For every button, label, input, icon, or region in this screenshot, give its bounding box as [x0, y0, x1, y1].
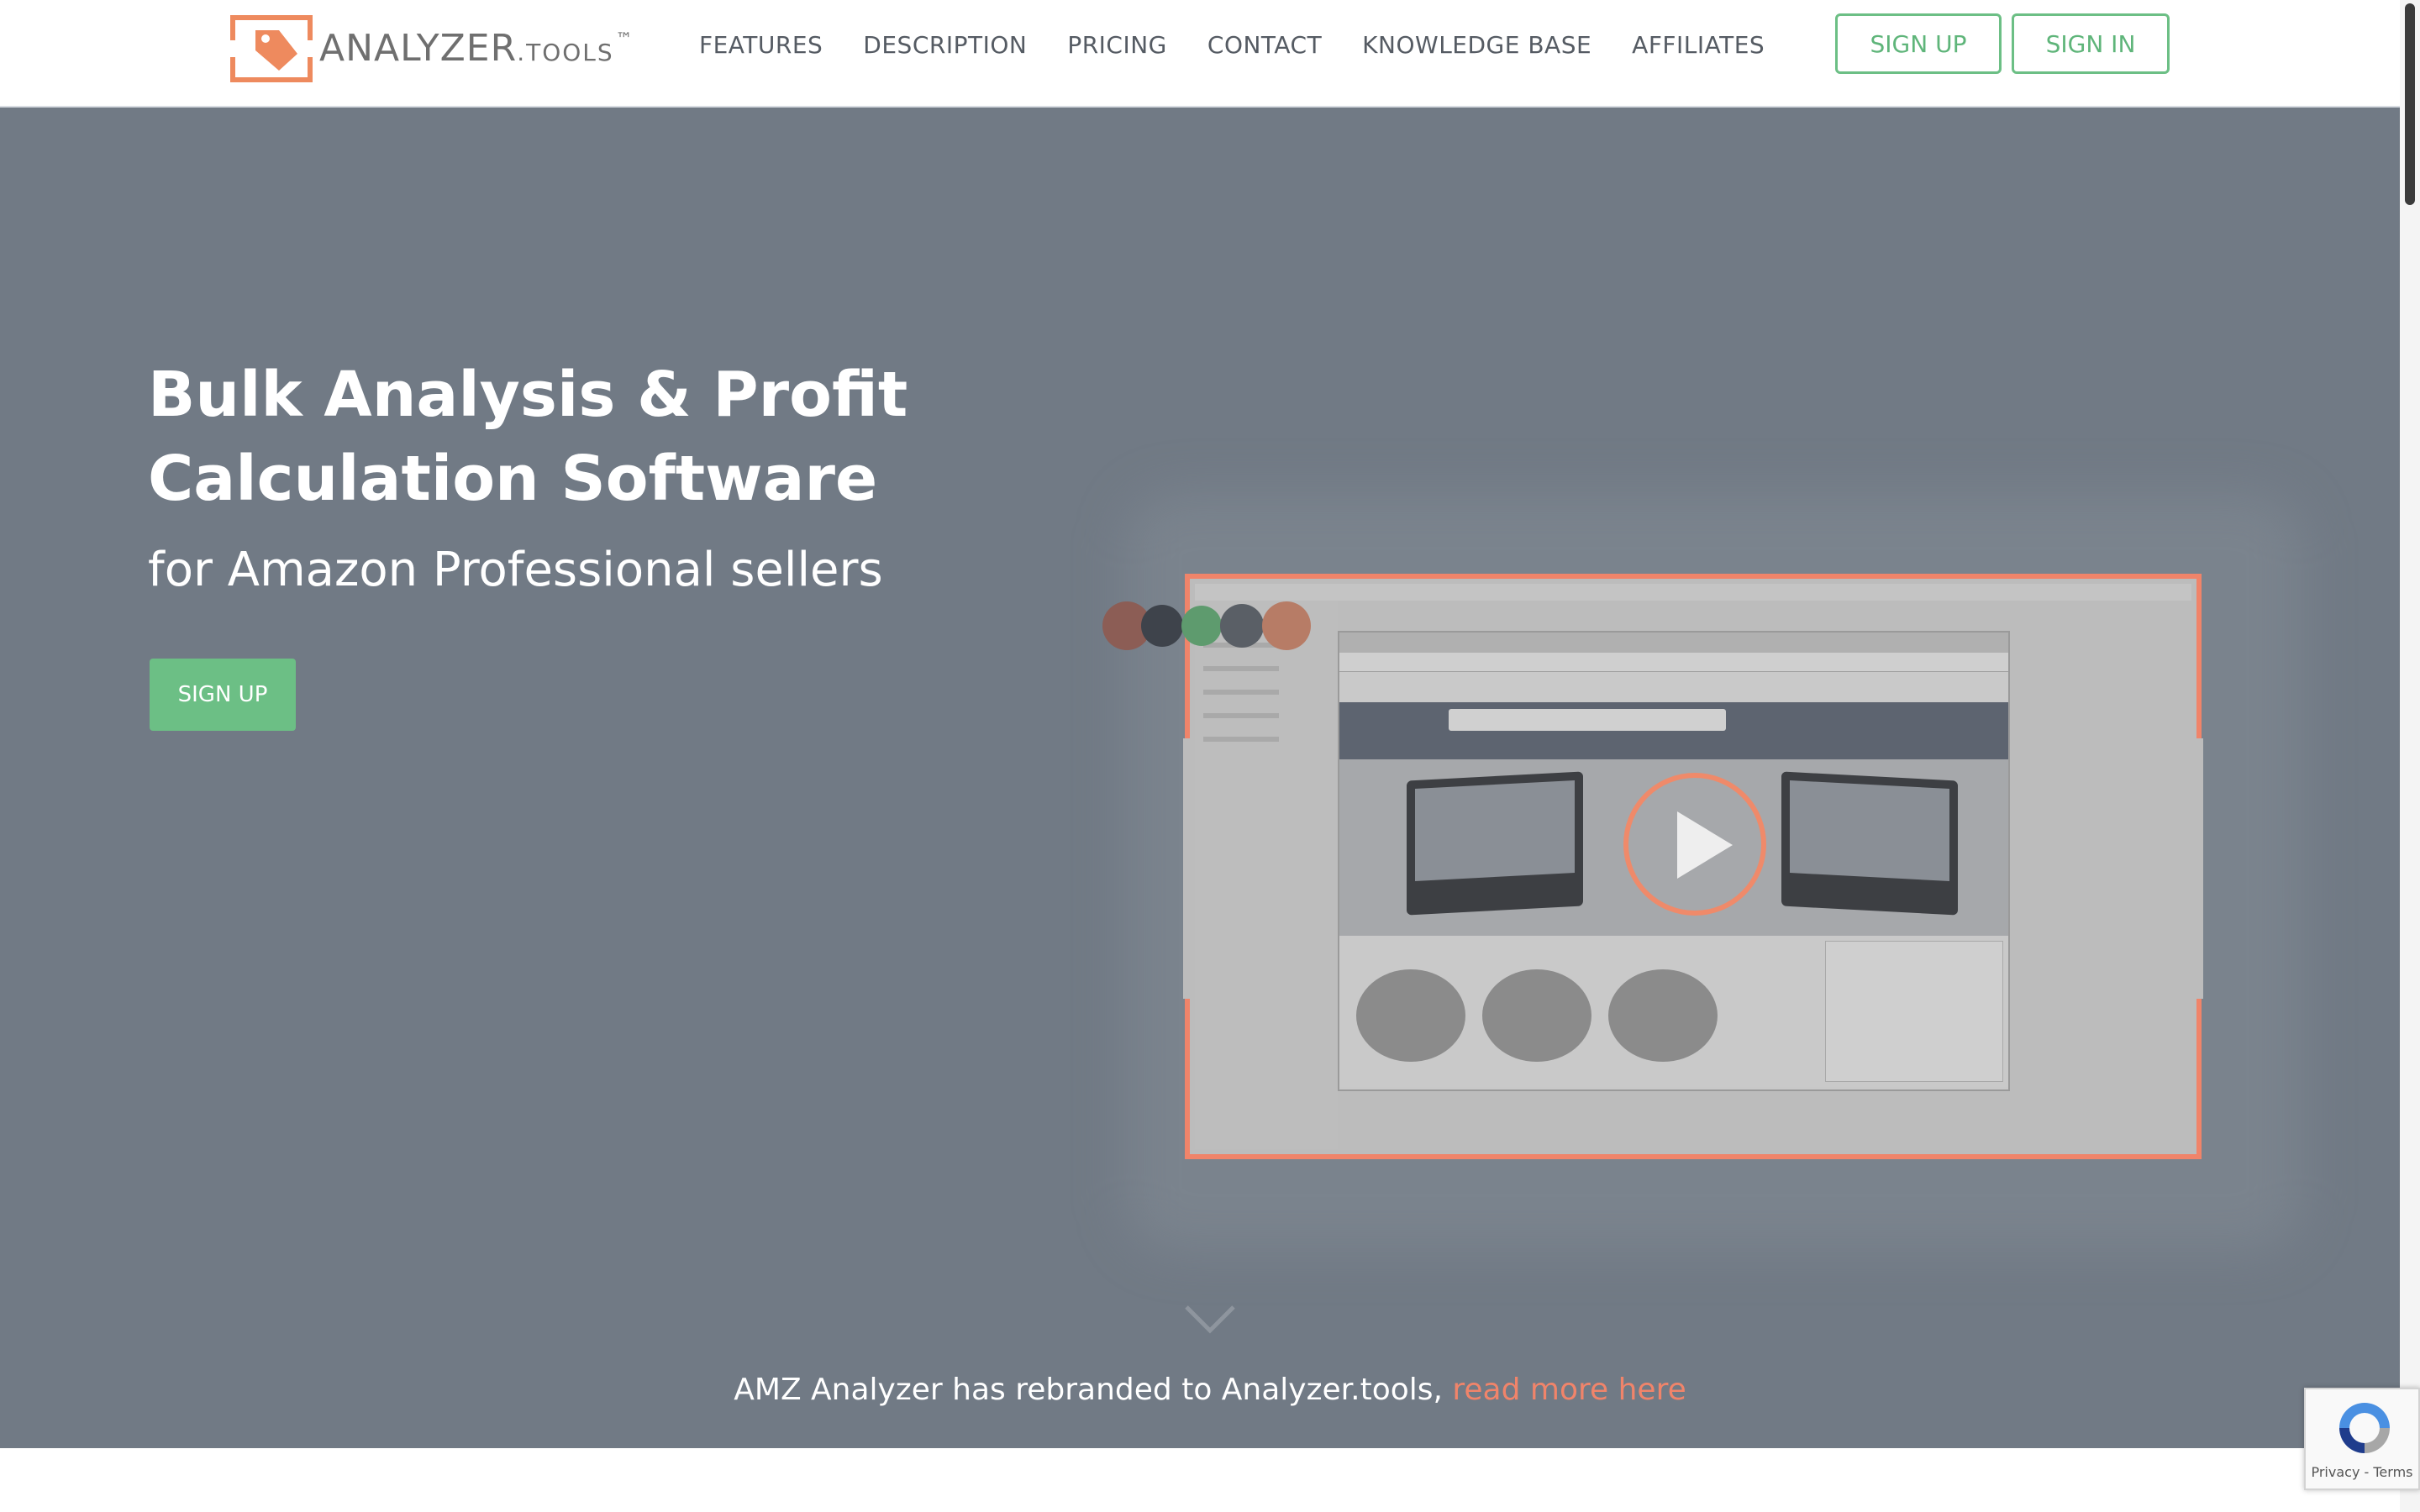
category-thumb — [1482, 969, 1591, 1062]
browser-tabs-mock — [1339, 633, 2008, 653]
header-sign-up-button[interactable]: SIGN UP — [1835, 13, 2002, 74]
category-thumb — [1608, 969, 1718, 1062]
logo[interactable]: ANALYZER.TOOLS ™ — [230, 15, 634, 82]
site-header: ANALYZER.TOOLS ™ FEATURES DESCRIPTION PRI… — [0, 0, 2420, 108]
hero-section: Bulk Analysis & Profit Calculation Softw… — [0, 108, 2420, 1448]
dot — [1262, 601, 1311, 650]
hero-sign-up-button[interactable]: SIGN UP — [150, 659, 296, 731]
device-right-mock — [1781, 771, 1958, 916]
deals-card-mock — [1825, 941, 2003, 1082]
play-icon[interactable] — [1623, 773, 1766, 916]
browser-url-mock — [1339, 653, 2008, 672]
app-sidebar-mock — [1195, 601, 1338, 1149]
nav-knowledge-base[interactable]: KNOWLEDGE BASE — [1362, 31, 1591, 59]
logo-wordmark: ANALYZER.TOOLS ™ — [319, 30, 634, 67]
dot — [1181, 606, 1222, 646]
store-header-mock — [1339, 702, 2008, 759]
store-categories-mock — [1339, 936, 2008, 1087]
auth-buttons: SIGN UP SIGN IN — [1835, 13, 2170, 74]
dot — [1141, 605, 1183, 647]
promo-strip-mock — [1339, 672, 2008, 702]
recaptcha-links: Privacy - Terms — [2306, 1464, 2418, 1480]
logo-name: ANALYZER — [319, 27, 518, 70]
scrollbar-thumb[interactable] — [2405, 3, 2415, 205]
hero-title: Bulk Analysis & Profit Calculation Softw… — [148, 359, 908, 515]
hero-subtitle: for Amazon Professional sellers — [148, 543, 883, 597]
separator: - — [2360, 1464, 2374, 1480]
frame-gap-right — [2195, 738, 2203, 999]
play-triangle — [1677, 811, 1733, 879]
nav-description[interactable]: DESCRIPTION — [863, 31, 1027, 59]
rebrand-notice: AMZ Analyzer has rebranded to Analyzer.t… — [0, 1373, 2420, 1407]
chevron-down-icon[interactable] — [1183, 1302, 1237, 1336]
page-scrollbar[interactable] — [2400, 0, 2420, 1512]
logo-trademark: ™ — [615, 29, 634, 49]
main-nav: FEATURES DESCRIPTION PRICING CONTACT KNO… — [699, 0, 1805, 89]
nav-contact[interactable]: CONTACT — [1207, 31, 1322, 59]
nav-pricing[interactable]: PRICING — [1067, 31, 1167, 59]
recaptcha-icon — [2334, 1398, 2395, 1458]
frame-gap-left — [1183, 738, 1192, 999]
header-sign-in-button[interactable]: SIGN IN — [2012, 13, 2170, 74]
device-left-mock — [1407, 771, 1583, 916]
privacy-link[interactable]: Privacy — [2311, 1464, 2360, 1480]
store-search-mock — [1449, 709, 1726, 731]
rebrand-text: AMZ Analyzer has rebranded to Analyzer.t… — [734, 1373, 1453, 1407]
recaptcha-badge[interactable]: Privacy - Terms — [2304, 1388, 2420, 1490]
nav-affiliates[interactable]: AFFILIATES — [1632, 31, 1765, 59]
price-tag-logo-icon — [230, 15, 313, 82]
app-toolbar-mock — [1195, 584, 2191, 601]
logo-tld: .TOOLS — [517, 39, 614, 66]
category-thumb — [1356, 969, 1465, 1062]
dot — [1220, 604, 1264, 648]
terms-link[interactable]: Terms — [2373, 1464, 2412, 1480]
read-more-link[interactable]: read more here — [1452, 1373, 1686, 1407]
nav-features[interactable]: FEATURES — [699, 31, 823, 59]
